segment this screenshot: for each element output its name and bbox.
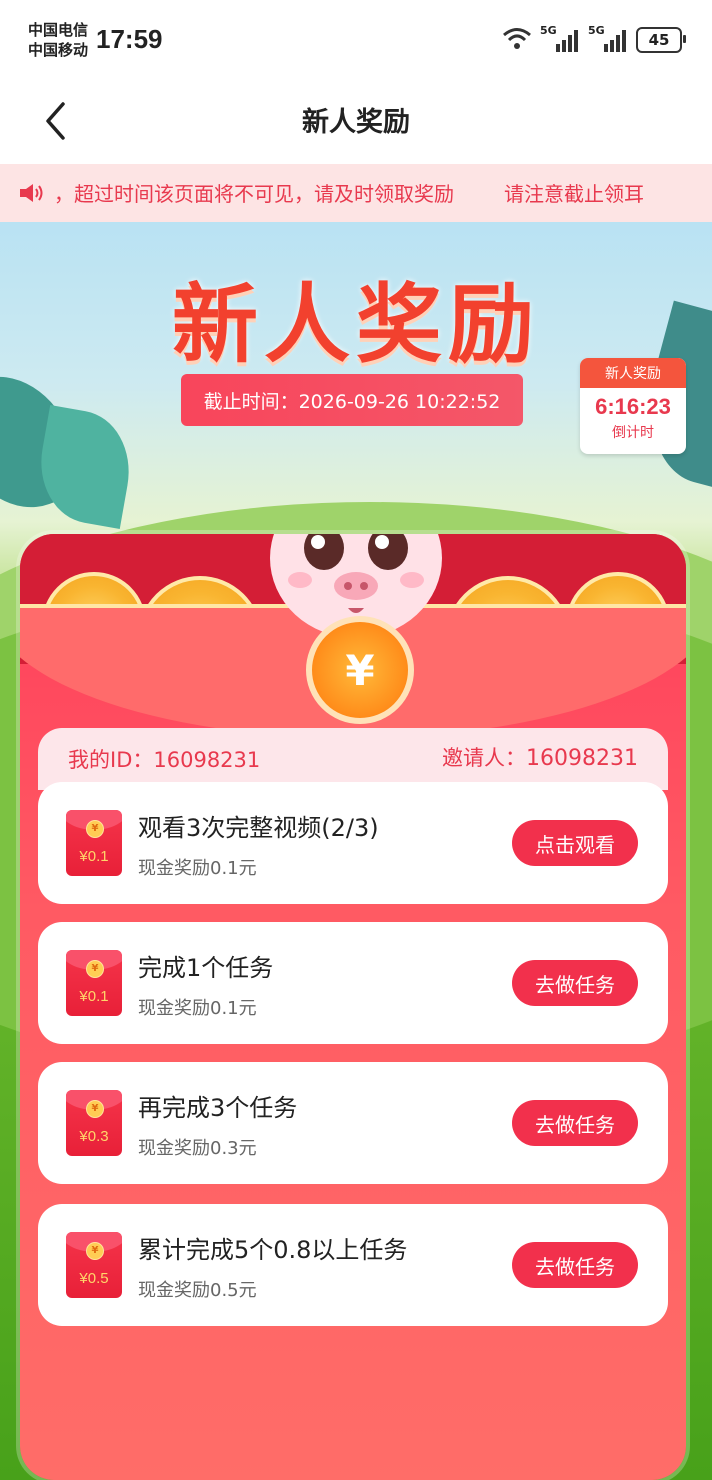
task-title: 再完成3个任务 <box>138 1094 298 1122</box>
network-type-label: 5G <box>588 24 605 37</box>
clock: 17:59 <box>96 24 163 54</box>
packet-value: ¥0.1 <box>79 848 109 865</box>
my-id: 我的ID：16098231 <box>68 744 260 774</box>
packet-value: ¥0.3 <box>79 1128 109 1145</box>
status-icons: 5G 5G 45 <box>502 24 686 54</box>
id-row: 我的ID：16098231 邀请人：16098231 <box>38 728 668 790</box>
task-reward: 现金奖励0.1元 <box>138 858 257 879</box>
reward-hero: 新人奖励 截止时间：2026-09-26 10:22:52 新人奖励 6:16:… <box>0 222 712 1480</box>
carrier-names: 中国电信 中国移动 <box>28 20 88 60</box>
watch-video-button[interactable]: 点击观看 <box>512 820 638 866</box>
task-title: 累计完成5个0.8以上任务 <box>138 1236 408 1264</box>
coin-symbol: ¥ <box>345 645 375 695</box>
task-card: ¥ ¥0.1 完成1个任务 现金奖励0.1元 去做任务 <box>38 922 668 1044</box>
wifi-icon <box>502 26 532 54</box>
packet-value: ¥0.5 <box>79 1270 109 1287</box>
carrier-2: 中国移动 <box>28 41 89 59</box>
task-card: ¥ ¥0.5 累计完成5个0.8以上任务 现金奖励0.5元 去做任务 <box>38 1204 668 1326</box>
red-packet-icon: ¥ ¥0.1 <box>66 950 122 1016</box>
deadline-badge: 截止时间：2026-09-26 10:22:52 <box>181 374 523 426</box>
do-task-button[interactable]: 去做任务 <box>512 1242 638 1288</box>
countdown-card: 新人奖励 6:16:23 倒计时 <box>580 358 686 454</box>
my-id-label: 我的ID： <box>68 748 154 772</box>
red-packet-icon: ¥ ¥0.5 <box>66 1232 122 1298</box>
nav-bar: 新人奖励 <box>0 82 712 164</box>
do-task-button[interactable]: 去做任务 <box>512 960 638 1006</box>
task-title: 观看3次完整视频(2/3) <box>138 814 379 842</box>
task-card: ¥ ¥0.1 观看3次完整视频(2/3) 现金奖励0.1元 点击观看 <box>38 782 668 904</box>
do-task-button[interactable]: 去做任务 <box>512 1100 638 1146</box>
coin-icon: ¥ <box>306 616 414 724</box>
notice-text-repeat: 请注意截止领耳 <box>504 182 644 206</box>
notice-text: ，超过时间该页面将不可见，请及时领取奖励 <box>54 182 454 206</box>
task-title: 完成1个任务 <box>138 954 274 982</box>
red-packet-icon: ¥ ¥0.3 <box>66 1090 122 1156</box>
task-card: ¥ ¥0.3 再完成3个任务 现金奖励0.3元 去做任务 <box>38 1062 668 1184</box>
inviter-id: 邀请人：16098231 <box>442 742 638 772</box>
notice-marquee: ，超过时间该页面将不可见，请及时领取奖励 请注意截止领耳 <box>0 164 712 222</box>
inviter-label: 邀请人： <box>442 746 527 770</box>
red-packet-icon: ¥ ¥0.1 <box>66 810 122 876</box>
page-title: 新人奖励 <box>302 107 410 138</box>
speaker-icon <box>20 183 43 202</box>
countdown-time: 6:16:23 <box>595 394 671 419</box>
status-bar: 中国电信 中国移动 17:59 5G 5G 45 <box>0 0 712 82</box>
inviter-value: 16098231 <box>526 746 638 771</box>
carrier-1: 中国电信 <box>28 21 89 39</box>
task-reward: 现金奖励0.1元 <box>138 998 257 1019</box>
packet-value: ¥0.1 <box>79 988 109 1005</box>
signal-bars-icon: 5G <box>540 24 580 52</box>
task-reward: 现金奖励0.5元 <box>138 1280 257 1301</box>
countdown-sub: 倒计时 <box>612 425 654 441</box>
battery-icon: 45 <box>636 27 686 53</box>
task-reward: 现金奖励0.3元 <box>138 1138 257 1159</box>
background-leaf <box>31 405 139 529</box>
my-id-value: 16098231 <box>153 748 261 772</box>
countdown-label: 新人奖励 <box>580 358 686 388</box>
network-type-label: 5G <box>540 24 557 37</box>
signal-bars-icon: 5G <box>588 24 628 52</box>
